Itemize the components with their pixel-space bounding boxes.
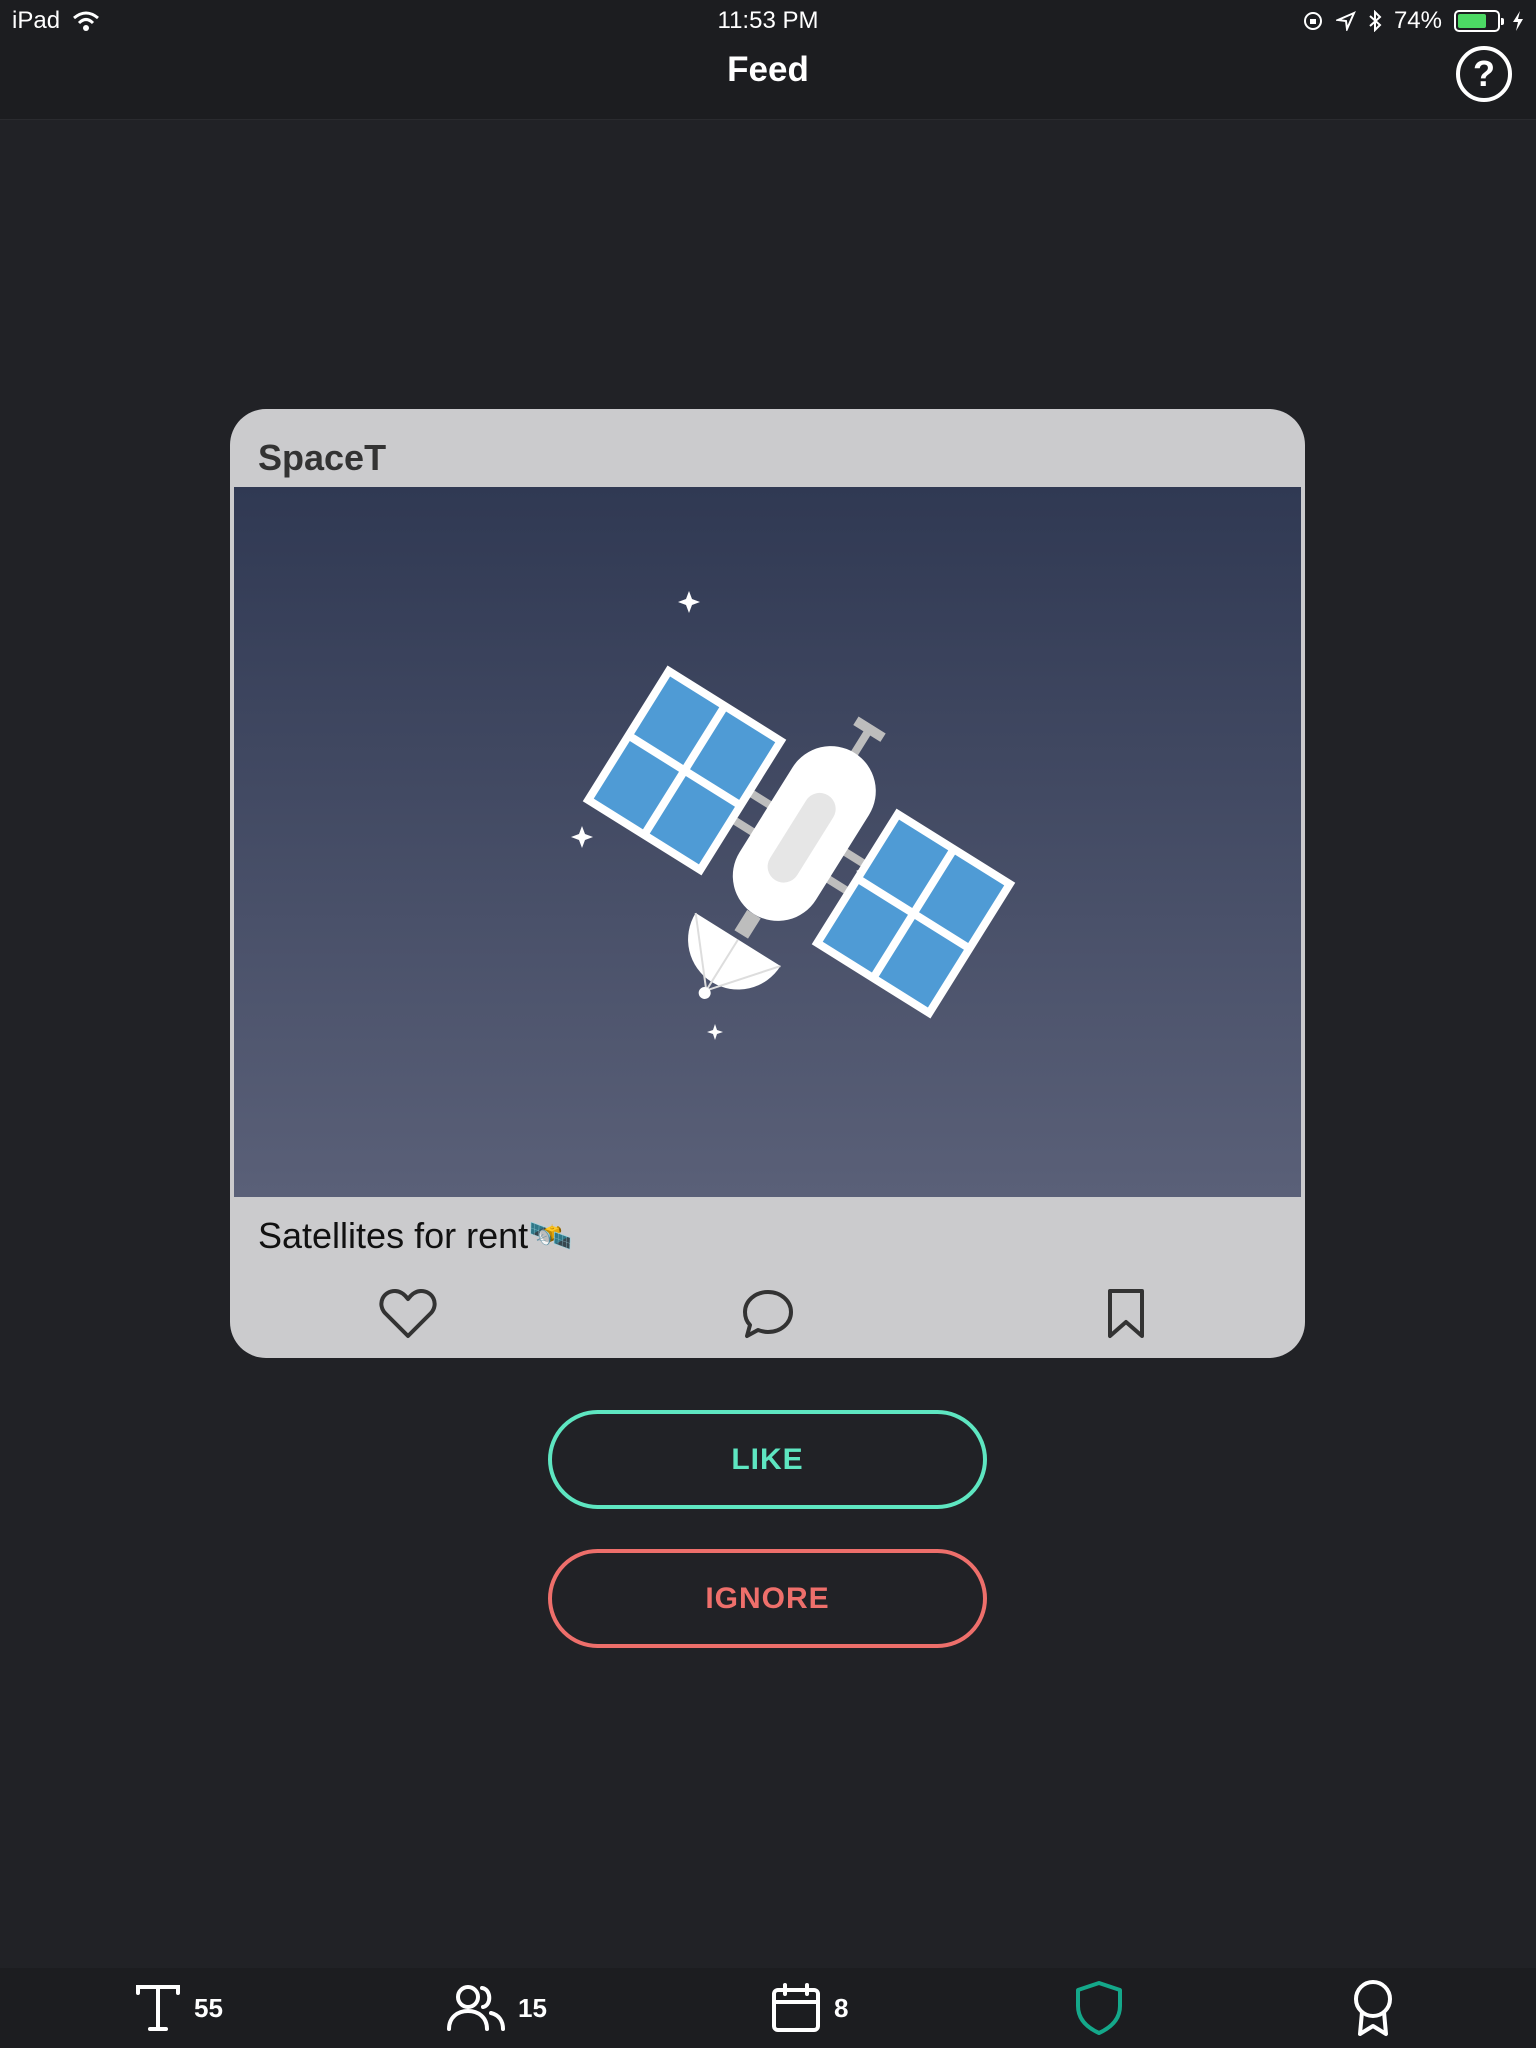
heart-icon — [379, 1289, 437, 1338]
charging-icon — [1513, 11, 1523, 31]
text-icon — [136, 1985, 180, 2031]
tab-bar: 55 15 8 — [0, 1968, 1536, 2048]
award-icon — [1354, 1980, 1392, 2036]
tab-calendar[interactable]: 8 — [770, 1976, 848, 2040]
post-caption: Satellites for rent🛰️ — [258, 1215, 573, 1256]
tab-text[interactable]: 55 — [134, 1976, 223, 2040]
tab-text-count: 55 — [194, 1992, 223, 2023]
tab-shield[interactable] — [1074, 1976, 1124, 2040]
users-icon — [447, 1985, 505, 2031]
tab-award[interactable] — [1350, 1976, 1396, 2040]
tab-users-count: 15 — [518, 1992, 547, 2023]
like-button[interactable]: LIKE — [548, 1410, 987, 1509]
battery-percent: 74% — [1393, 7, 1442, 34]
comment-icon-button[interactable] — [733, 1279, 803, 1349]
battery-icon — [1454, 10, 1504, 32]
satellite-illustration — [571, 591, 1016, 1040]
page-title: Feed — [727, 50, 809, 89]
bookmark-icon — [1108, 1289, 1144, 1338]
shield-icon — [1076, 1981, 1122, 2035]
tab-calendar-count: 8 — [834, 1992, 849, 2023]
status-bar: iPad 11:53 PM 74% — [0, 0, 1536, 40]
post-author: SpaceT — [258, 437, 387, 478]
nav-bar: Feed ? — [0, 40, 1536, 120]
post-card[interactable]: SpaceT Satellites for rent🛰️ — [230, 409, 1305, 1358]
question-circle-icon: ? — [1473, 53, 1495, 94]
bluetooth-icon — [1369, 10, 1382, 32]
help-button[interactable]: ? — [1456, 46, 1512, 102]
bookmark-icon-button[interactable] — [1091, 1279, 1161, 1349]
ignore-button[interactable]: IGNORE — [548, 1549, 987, 1648]
location-icon — [1335, 11, 1356, 31]
status-right: 74% — [1302, 7, 1524, 35]
calendar-icon — [772, 1983, 820, 2032]
rotation-lock-icon — [1303, 12, 1322, 30]
tab-users[interactable]: 15 — [446, 1976, 547, 2040]
like-icon-button[interactable] — [373, 1279, 443, 1349]
battery-fill — [1458, 14, 1487, 28]
post-image — [234, 487, 1301, 1197]
comment-icon — [743, 1290, 793, 1338]
